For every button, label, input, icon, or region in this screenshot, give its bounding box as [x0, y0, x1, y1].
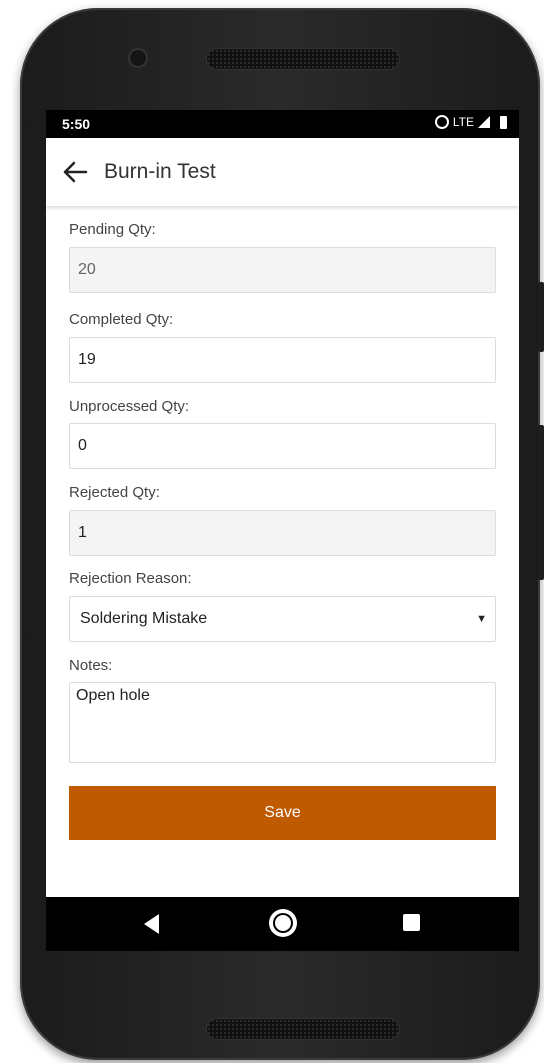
pending-qty-label: Pending Qty:: [69, 221, 156, 238]
chevron-down-icon: ▼: [476, 613, 487, 625]
app-bar: Burn-in Test: [46, 138, 519, 206]
bottom-speaker: [206, 1018, 400, 1040]
status-bar: 5:50 LTE: [46, 110, 519, 138]
unprocessed-qty-input[interactable]: 0: [69, 423, 496, 469]
rejected-qty-label: Rejected Qty:: [69, 484, 160, 501]
app-screen: 5:50 LTE Burn-in Test Pending Qty: 20 Co…: [46, 110, 519, 951]
signal-icon: [478, 116, 490, 128]
rejected-qty-field: 1: [69, 510, 496, 556]
unprocessed-qty-label: Unprocessed Qty:: [69, 398, 190, 415]
arrow-left-icon[interactable]: [62, 160, 88, 184]
network-label: LTE: [452, 115, 474, 129]
save-button[interactable]: Save: [69, 786, 496, 840]
power-button: [538, 425, 544, 580]
pending-qty-field: 20: [69, 247, 496, 293]
status-icons: LTE: [434, 115, 507, 129]
home-circle-icon[interactable]: [273, 913, 293, 933]
alarm-icon: [434, 115, 449, 129]
battery-icon: [500, 115, 507, 129]
rejection-reason-value: Soldering Mistake: [80, 610, 208, 627]
notes-label: Notes:: [69, 657, 113, 674]
status-time: 5:50: [62, 116, 91, 132]
back-triangle-icon[interactable]: [144, 914, 159, 934]
page-title: Burn-in Test: [104, 160, 216, 183]
completed-qty-label: Completed Qty:: [69, 311, 174, 328]
notes-textarea[interactable]: Open hole: [69, 682, 496, 763]
top-speaker: [206, 48, 400, 70]
rejection-reason-label: Rejection Reason:: [69, 570, 192, 587]
rejection-reason-select[interactable]: Soldering Mistake ▼: [69, 596, 496, 642]
camera-icon: [128, 48, 148, 68]
completed-qty-input[interactable]: 19: [69, 337, 496, 383]
system-nav-bar: [46, 897, 519, 951]
volume-button: [538, 282, 544, 352]
recents-square-icon[interactable]: [403, 914, 420, 931]
